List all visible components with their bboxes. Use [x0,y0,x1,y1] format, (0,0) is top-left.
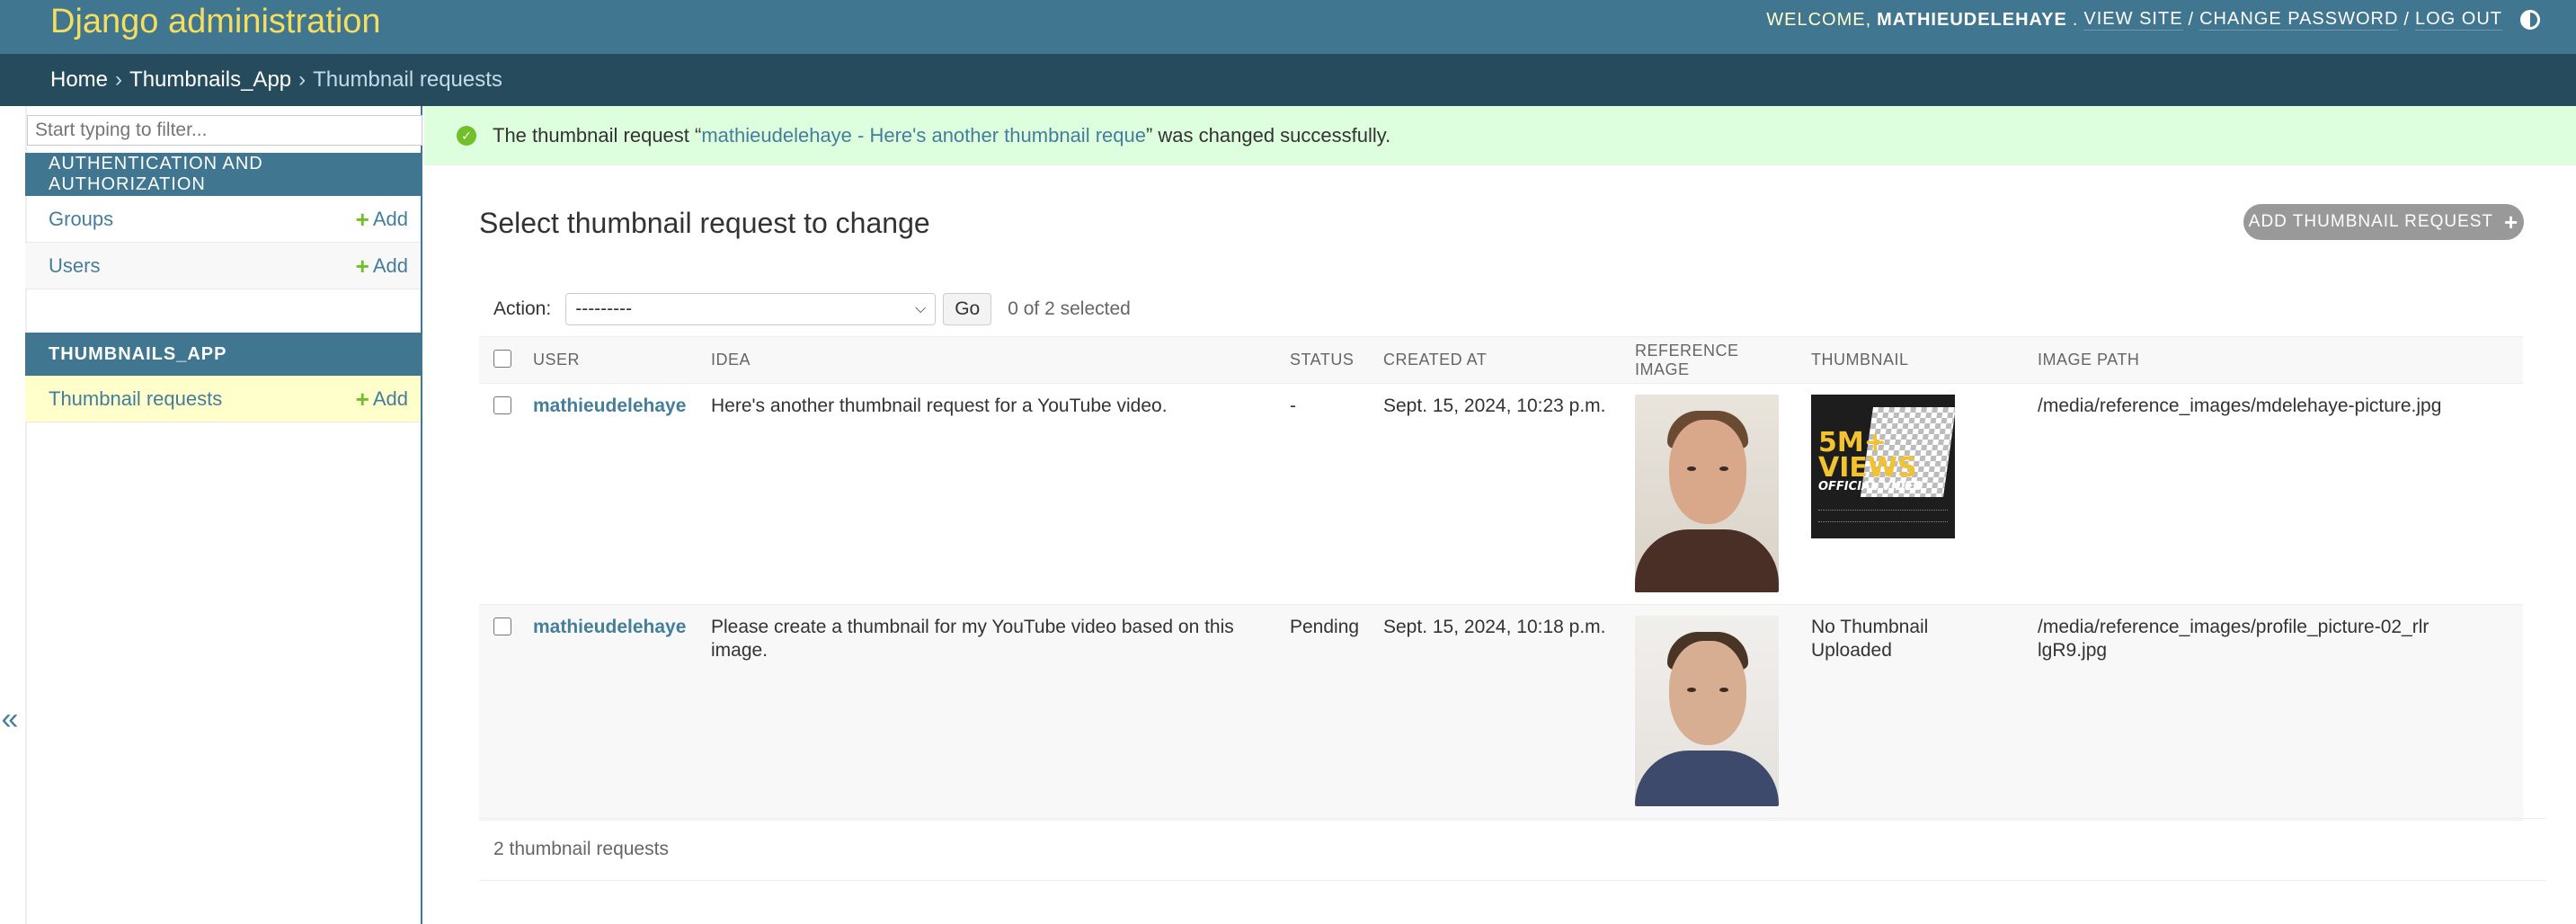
go-button[interactable]: Go [943,293,992,325]
module-auth: Authentication and Authorization Groups … [25,153,421,289]
action-selected-value: --------- [575,298,633,319]
select-all-checkbox[interactable] [493,350,511,368]
module-caption-thumbnails-app[interactable]: Thumbnails_App [25,333,421,376]
row-select-cell [479,604,524,821]
user-tools: Welcome, mathieudelehaye. View site / Ch… [1766,9,2540,31]
sidebar-item-groups-link[interactable]: Groups [49,208,113,231]
column-header-created-at[interactable]: Created at [1374,336,1626,384]
theme-toggle-icon[interactable] [2520,10,2540,30]
plus-icon: + [2504,208,2519,235]
separator: / [2188,9,2195,30]
change-password-link[interactable]: Change password [2199,9,2399,31]
user-link[interactable]: mathieudelehaye [533,617,686,637]
chevron-down-icon: ⌵ [915,301,927,316]
image-path-cell: /media/reference_images/profile_picture-… [2029,604,2523,821]
module-thumbnails-app: Thumbnails_App Thumbnail requests + Add [25,333,421,422]
sidebar-item-groups[interactable]: Groups + Add [25,196,421,243]
message-text-after: ” was changed successfully. [1145,124,1391,147]
reference-image [1635,395,1779,592]
separator: / [2403,9,2410,30]
status-cell: Pending [1281,604,1374,821]
table-header-row: User Idea Status Created at Reference im… [479,336,2523,384]
column-header-user[interactable]: User [524,336,702,384]
idea-cell: Please create a thumbnail for my YouTube… [702,604,1281,821]
breadcrumb-home[interactable]: Home [50,67,108,93]
status-cell: - [1281,383,1374,605]
selection-counter: 0 of 2 selected [1008,298,1131,319]
sidebar: Authentication and Authorization Groups … [25,106,422,924]
module-caption-auth[interactable]: Authentication and Authorization [25,153,421,196]
table-row: mathieudelehaye Here's another thumbnail… [479,383,2523,605]
thumbnail-image: 5M+ VIEWS OFFICIAL VIDEO [1811,395,1955,538]
period: . [2072,9,2079,30]
select-all-header [479,336,524,384]
site-title[interactable]: Django administration [50,0,381,43]
success-message: ✓ The thumbnail request “mathieudelehaye… [424,106,2576,165]
header: Django administration Welcome, mathieude… [0,0,2576,54]
results-table: User Idea Status Created at Reference im… [479,336,2523,821]
thumbnail-subline: OFFICIAL VIDEO [1818,480,1923,493]
column-header-status[interactable]: Status [1281,336,1374,384]
sidebar-item-users-link[interactable]: Users [49,254,100,278]
breadcrumb-current: Thumbnail requests [313,67,502,92]
add-user-link[interactable]: + Add [356,254,408,278]
breadcrumb-app[interactable]: Thumbnails_App [129,67,291,93]
action-select[interactable]: --------- ⌵ [565,293,937,325]
thumbnail-headline: 5M+ VIEWS [1818,427,1917,484]
created-at-cell: Sept. 15, 2024, 10:23 p.m. [1374,383,1626,605]
user-link[interactable]: mathieudelehaye [533,395,686,416]
thumbnail-cell: 5M+ VIEWS OFFICIAL VIDEO [1802,383,2029,605]
user-cell: mathieudelehaye [524,604,702,821]
column-header-thumbnail[interactable]: Thumbnail [1802,336,2029,384]
action-label: Action: [493,298,552,319]
paginator: 2 thumbnail requests [479,818,2546,881]
log-out-link[interactable]: Log out [2414,9,2502,31]
add-button-label: Add thumbnail request [2248,212,2494,231]
reference-image [1635,616,1779,806]
created-at-cell: Sept. 15, 2024, 10:18 p.m. [1374,604,1626,821]
image-path-cell: /media/reference_images/mdelehaye-pictur… [2029,383,2523,605]
row-select-cell [479,383,524,605]
table-row: mathieudelehaye Please create a thumbnai… [479,604,2523,821]
user-cell: mathieudelehaye [524,383,702,605]
nav-filter-input[interactable] [27,115,422,146]
page-title: Select thumbnail request to change [479,207,930,239]
column-header-idea[interactable]: Idea [702,336,1281,384]
reference-image-cell [1626,604,1802,821]
add-group-link[interactable]: + Add [356,208,408,231]
reference-image-cell [1626,383,1802,605]
idea-cell: Here's another thumbnail request for a Y… [702,383,1281,605]
column-header-image-path[interactable]: Image path [2029,336,2523,384]
breadcrumb-separator: › [298,67,306,92]
sidebar-item-users[interactable]: Users + Add [25,243,421,289]
column-header-reference-image[interactable]: Reference image [1626,336,1802,384]
row-checkbox[interactable] [493,396,511,414]
breadcrumb-separator: › [115,67,123,92]
add-label: Add [372,253,408,277]
message-link[interactable]: mathieudelehaye - Here's another thumbna… [701,124,1146,147]
add-label: Add [372,386,408,410]
sidebar-item-thumbnail-requests[interactable]: Thumbnail requests + Add [25,376,421,422]
success-check-icon: ✓ [457,126,476,146]
plus-icon: + [355,385,369,413]
message-text-before: The thumbnail request “ [493,124,702,147]
actions-bar: Action: --------- ⌵ Go 0 of 2 selected [479,284,2523,334]
username: mathieudelehaye [1877,9,2067,30]
welcome-text: Welcome, [1766,9,1872,30]
sidebar-item-thumbnail-requests-link[interactable]: Thumbnail requests [49,387,222,411]
row-checkbox[interactable] [493,617,511,635]
breadcrumb: Home › Thumbnails_App › Thumbnail reques… [0,54,2576,106]
add-thumbnail-request-link[interactable]: + Add [356,387,408,411]
plus-icon: + [355,205,369,233]
thumbnail-decoration [1818,510,1948,522]
add-label: Add [372,207,408,230]
thumbnail-cell: No Thumbnail Uploaded [1802,604,2029,821]
view-site-link[interactable]: View site [2083,9,2183,31]
sidebar-collapse-button[interactable]: « [0,701,20,737]
plus-icon: + [355,252,369,280]
add-thumbnail-request-button[interactable]: Add thumbnail request + [2243,204,2524,240]
